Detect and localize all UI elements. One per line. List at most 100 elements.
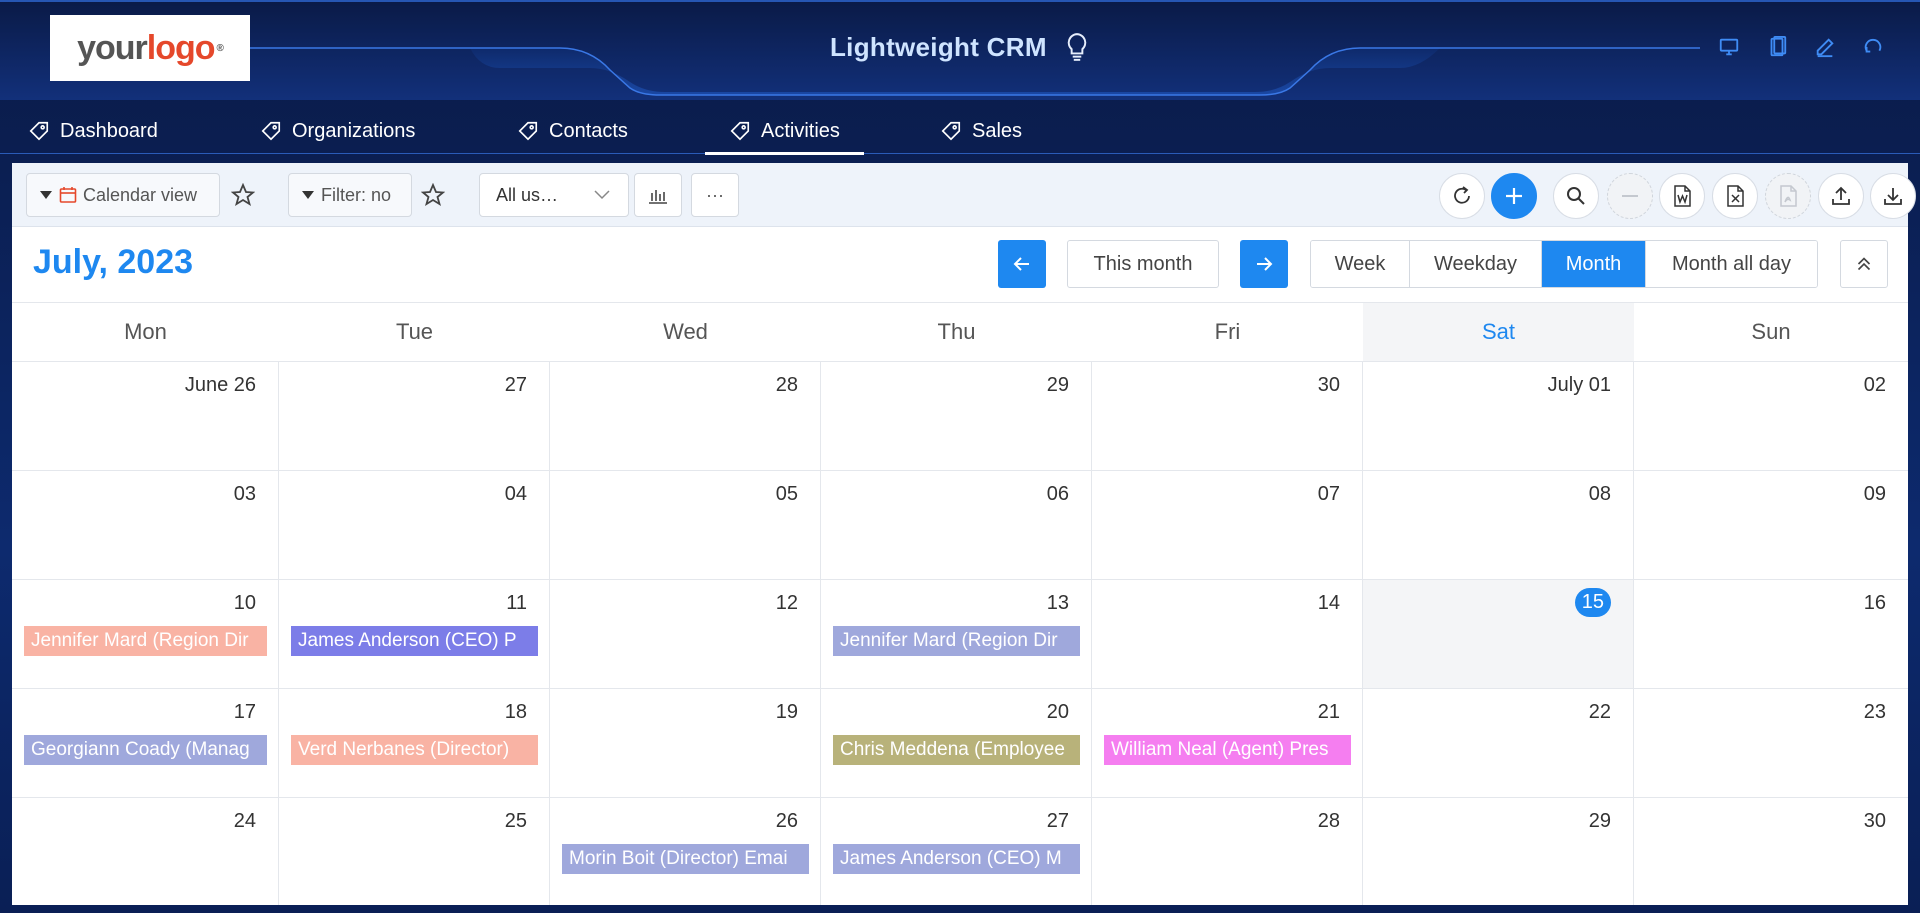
day-cell[interactable]: 15 — [1363, 580, 1634, 688]
day-cell[interactable]: 29 — [1363, 798, 1634, 905]
day-cell[interactable]: 27 — [279, 362, 550, 470]
nav-item-organizations[interactable]: Organizations — [260, 108, 415, 154]
remove-button[interactable] — [1607, 173, 1653, 219]
day-cell[interactable]: 30 — [1634, 798, 1908, 905]
export-word-button[interactable] — [1659, 173, 1705, 219]
calendar-event[interactable]: Morin Boit (Director) Emai — [562, 844, 809, 874]
day-number: 08 — [1588, 483, 1611, 505]
nav-item-dashboard[interactable]: Dashboard — [28, 108, 158, 154]
day-cell[interactable]: 09 — [1634, 471, 1908, 579]
calendar-event[interactable]: Jennifer Mard (Region Dir — [833, 626, 1080, 656]
day-cell[interactable]: 21 William Neal (Agent) Pres — [1092, 689, 1363, 797]
view-month-all-day-button[interactable]: Month all day — [1646, 241, 1817, 287]
nav-item-label: Dashboard — [60, 119, 158, 142]
calendar-event[interactable]: Jennifer Mard (Region Dir — [24, 626, 267, 656]
day-number: 29 — [1046, 374, 1069, 396]
next-month-button[interactable] — [1240, 240, 1288, 288]
day-cell[interactable]: 24 — [12, 798, 279, 905]
day-cell[interactable]: 02 — [1634, 362, 1908, 470]
day-cell[interactable]: 28 — [550, 362, 821, 470]
calendar-event[interactable]: William Neal (Agent) Pres — [1104, 735, 1351, 765]
download-button[interactable] — [1870, 173, 1916, 219]
view-weekday-button[interactable]: Weekday — [1410, 241, 1542, 287]
collapse-button[interactable] — [1840, 240, 1888, 288]
day-cell[interactable]: 07 — [1092, 471, 1363, 579]
calendar-event[interactable]: Verd Nerbanes (Director) — [291, 735, 538, 765]
view-month-button[interactable]: Month — [1542, 241, 1646, 287]
nav-item-contacts[interactable]: Contacts — [517, 108, 628, 154]
day-cell[interactable]: 05 — [550, 471, 821, 579]
day-number: 13 — [1046, 592, 1069, 614]
calendar-event[interactable]: Chris Meddena (Employee — [833, 735, 1080, 765]
weekday-header-row: Mon Tue Wed Thu Fri Sat Sun — [12, 302, 1908, 362]
day-number: 18 — [504, 701, 527, 723]
day-cell[interactable]: 25 — [279, 798, 550, 905]
users-select[interactable]: All us… — [479, 173, 629, 217]
calendar-event[interactable]: James Anderson (CEO) M — [833, 844, 1080, 874]
day-cell[interactable]: 03 — [12, 471, 279, 579]
day-number: June 26 — [184, 374, 256, 396]
day-cell[interactable]: 12 — [550, 580, 821, 688]
day-number: 30 — [1317, 374, 1340, 396]
calendar-grid: Mon Tue Wed Thu Fri Sat Sun June 26 27 28 29 30 Jul… — [12, 302, 1908, 905]
view-week-button[interactable]: Week — [1311, 241, 1410, 287]
calendar-event[interactable]: Georgiann Coady (Manag — [24, 735, 267, 765]
calendar-view-label: Calendar view — [83, 184, 198, 205]
day-number: 25 — [504, 810, 527, 832]
app-title: Lightweight CRM — [830, 32, 1047, 62]
nav-item-activities[interactable]: Activities — [705, 108, 864, 155]
star-icon[interactable] — [421, 183, 445, 207]
day-number: 28 — [775, 374, 798, 396]
day-cell[interactable]: 14 — [1092, 580, 1363, 688]
day-cell[interactable]: 04 — [279, 471, 550, 579]
upload-button[interactable] — [1818, 173, 1864, 219]
calendar-event[interactable]: James Anderson (CEO) P — [291, 626, 538, 656]
day-cell[interactable]: 19 — [550, 689, 821, 797]
minus-icon — [1622, 195, 1638, 197]
star-icon[interactable] — [231, 183, 255, 207]
day-number: 12 — [775, 592, 798, 614]
chart-button[interactable] — [634, 173, 682, 217]
export-excel-button[interactable] — [1712, 173, 1758, 219]
refresh-icon[interactable] — [1862, 36, 1884, 58]
day-cell[interactable]: 08 — [1363, 471, 1634, 579]
day-cell[interactable]: 17 Georgiann Coady (Manag — [12, 689, 279, 797]
refresh-button[interactable] — [1439, 173, 1485, 219]
day-cell[interactable]: 29 — [821, 362, 1092, 470]
day-cell[interactable]: 16 — [1634, 580, 1908, 688]
day-number: 23 — [1863, 701, 1886, 723]
filter-dropdown[interactable]: Filter: no — [288, 173, 412, 217]
nav-item-sales[interactable]: Sales — [940, 108, 1022, 154]
day-cell[interactable]: 13 Jennifer Mard (Region Dir — [821, 580, 1092, 688]
day-cell[interactable]: 06 — [821, 471, 1092, 579]
caret-down-icon — [40, 191, 52, 199]
day-cell[interactable]: 22 — [1363, 689, 1634, 797]
desktop-icon[interactable] — [1718, 36, 1740, 58]
this-month-button[interactable]: This month — [1067, 240, 1219, 288]
day-number: 04 — [504, 483, 527, 505]
day-cell[interactable]: June 26 — [12, 362, 279, 470]
tablet-icon[interactable] — [1766, 36, 1788, 58]
add-button[interactable] — [1491, 173, 1537, 219]
edit-icon[interactable] — [1814, 36, 1836, 58]
nav-item-label: Contacts — [549, 119, 628, 142]
company-logo[interactable]: your logo ® — [50, 15, 250, 81]
lightbulb-icon[interactable] — [1064, 32, 1090, 62]
day-cell[interactable]: 20 Chris Meddena (Employee — [821, 689, 1092, 797]
more-button[interactable]: ··· — [691, 173, 739, 217]
day-cell[interactable]: 10 Jennifer Mard (Region Dir — [12, 580, 279, 688]
day-cell[interactable]: 23 — [1634, 689, 1908, 797]
calendar-view-dropdown[interactable]: Calendar view — [26, 173, 220, 217]
day-cell[interactable]: 26 Morin Boit (Director) Emai — [550, 798, 821, 905]
export-pdf-button[interactable] — [1765, 173, 1811, 219]
day-cell[interactable]: 18 Verd Nerbanes (Director) — [279, 689, 550, 797]
day-cell[interactable]: 28 — [1092, 798, 1363, 905]
day-cell[interactable]: 27 James Anderson (CEO) M — [821, 798, 1092, 905]
search-button[interactable] — [1553, 173, 1599, 219]
day-cell[interactable]: July 01 — [1363, 362, 1634, 470]
day-number: 11 — [506, 592, 527, 614]
day-cell[interactable]: 11 James Anderson (CEO) P — [279, 580, 550, 688]
day-cell[interactable]: 30 — [1092, 362, 1363, 470]
double-chevron-up-icon — [1857, 257, 1871, 271]
prev-month-button[interactable] — [998, 240, 1046, 288]
